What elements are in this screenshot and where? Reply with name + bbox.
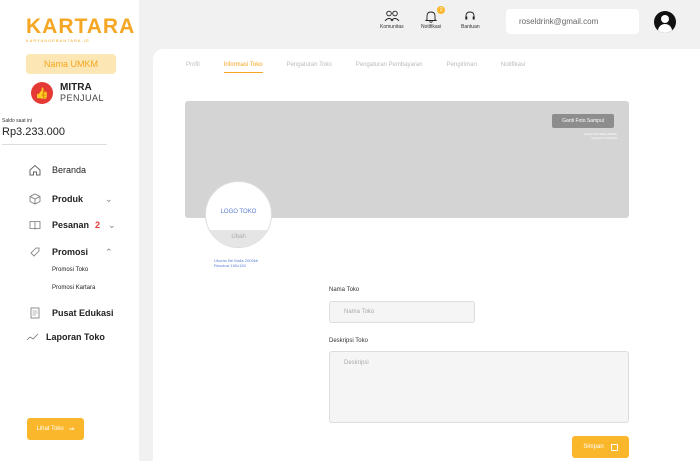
tag-icon xyxy=(28,245,42,259)
saldo-value: Rp3.233.000 xyxy=(2,126,65,138)
topbar: Komunitas 2 Notifikasi Bantuan roseldrin… xyxy=(139,0,700,44)
bantuan-button[interactable]: Bantuan xyxy=(461,10,480,30)
box-icon xyxy=(28,192,42,206)
home-icon xyxy=(28,163,42,177)
sidebar-item-label: Pesanan xyxy=(52,220,90,230)
change-cover-button[interactable]: Ganti Foto Sampul xyxy=(552,114,614,128)
people-icon xyxy=(380,10,404,24)
bantuan-label: Bantuan xyxy=(461,24,480,30)
sidebar-item-pusat-edukasi[interactable]: Pusat Edukasi xyxy=(28,306,114,320)
brand-tagline: KARYANGEBANTARA.ID xyxy=(26,38,90,43)
exit-arrow-icon: ⇒ xyxy=(68,426,75,433)
tab-pengaturan-toko[interactable]: Pengaturan Toko xyxy=(287,62,332,73)
cover-hint: Ukuran file Maks 2000kb Resolusi 1440x42… xyxy=(583,132,617,140)
mitra-title: MITRA xyxy=(60,82,92,93)
view-store-button[interactable]: Lihat Toko ⇒ xyxy=(27,418,84,440)
change-logo-button[interactable]: Ubah xyxy=(206,230,271,247)
sidebar-item-label: Beranda xyxy=(52,165,87,175)
chart-line-icon xyxy=(26,330,40,344)
pesanan-count-badge: 2 xyxy=(95,220,101,230)
view-store-label: Lihat Toko xyxy=(36,426,64,432)
sidebar-item-produk[interactable]: Produk ⌄ xyxy=(28,192,113,206)
sidebar-item-label: Pusat Edukasi xyxy=(52,308,114,318)
store-description-input[interactable]: Deskripsi xyxy=(329,351,629,423)
sidebar-subitem-promosi-toko[interactable]: Promosi Toko xyxy=(52,267,88,273)
settings-tabs: Profil Informasi Toko Pengaturan Toko Pe… xyxy=(186,62,549,73)
store-logo-label: LOGO TOKO xyxy=(220,209,257,215)
chevron-down-icon[interactable]: ⌄ xyxy=(105,194,113,205)
sidebar-item-label: Promosi xyxy=(52,247,89,257)
thumbs-up-icon: 👍 xyxy=(31,82,53,104)
avatar-icon[interactable] xyxy=(654,11,676,33)
saldo-label: Saldo saat ini xyxy=(2,118,33,124)
store-name-input[interactable]: Nama Toko xyxy=(329,301,475,323)
sidebar-item-laporan-toko[interactable]: Laporan Toko xyxy=(26,330,105,344)
sidebar-item-label: Produk xyxy=(52,194,84,204)
user-email[interactable]: roseldrink@gmail.com xyxy=(506,9,639,34)
bell-icon: 2 xyxy=(421,6,446,24)
logo-hint: Ukuran file Maks 2000kb Resolusi 150x150 xyxy=(214,258,259,268)
komunitas-button[interactable]: Komunitas xyxy=(380,10,404,30)
headset-icon xyxy=(461,10,480,24)
mitra-subtitle: PENJUAL xyxy=(60,93,105,103)
store-info-card: Profil Informasi Toko Pengaturan Toko Pe… xyxy=(153,49,700,461)
tab-pengiriman[interactable]: Pengiriman xyxy=(447,62,477,73)
umkm-name-badge: Nama UMKM xyxy=(26,54,116,74)
sidebar-subitem-promosi-kartara[interactable]: Promosi Kartara xyxy=(52,285,95,291)
tab-informasi-toko[interactable]: Informasi Toko xyxy=(223,62,263,73)
notifikasi-button[interactable]: 2 Notifikasi xyxy=(421,6,446,30)
sidebar: KARTARA KARYANGEBANTARA.ID Nama UMKM 👍 M… xyxy=(0,0,139,461)
sidebar-item-promosi[interactable]: Promosi ⌃ xyxy=(28,245,113,259)
save-button[interactable]: Simpan xyxy=(572,436,629,458)
book-icon xyxy=(28,218,42,232)
notification-count-badge: 2 xyxy=(437,6,446,14)
sidebar-item-beranda[interactable]: Beranda xyxy=(28,163,86,177)
notifikasi-label: Notifikasi xyxy=(421,24,442,30)
mitra-penjual: 👍 MITRA PENJUAL xyxy=(31,82,104,104)
save-label: Simpan xyxy=(583,444,604,450)
saldo-block: Saldo saat ini Rp3.233.000 xyxy=(2,118,107,145)
chevron-down-icon[interactable]: ⌄ xyxy=(108,220,116,231)
sidebar-item-label: Laporan Toko xyxy=(46,332,105,342)
save-icon xyxy=(610,443,618,451)
tab-pengaturan-pembayaran[interactable]: Pengaturan Pembayaran xyxy=(356,62,423,73)
tab-notifikasi[interactable]: Notifikasi xyxy=(501,62,525,73)
brand-logo[interactable]: KARTARA KARYANGEBANTARA.ID xyxy=(26,15,136,43)
tab-profil[interactable]: Profil xyxy=(186,62,200,73)
store-logo: LOGO TOKO Ubah xyxy=(205,181,272,248)
brand-name: KARTARA xyxy=(26,15,136,38)
komunitas-label: Komunitas xyxy=(380,24,404,30)
chevron-up-icon[interactable]: ⌃ xyxy=(105,247,113,258)
store-description-label: Deskripsi Toko xyxy=(329,338,368,344)
sidebar-item-pesanan[interactable]: Pesanan 2 ⌄ xyxy=(28,218,116,232)
store-name-label: Nama Toko xyxy=(329,287,360,293)
document-icon xyxy=(28,306,42,320)
